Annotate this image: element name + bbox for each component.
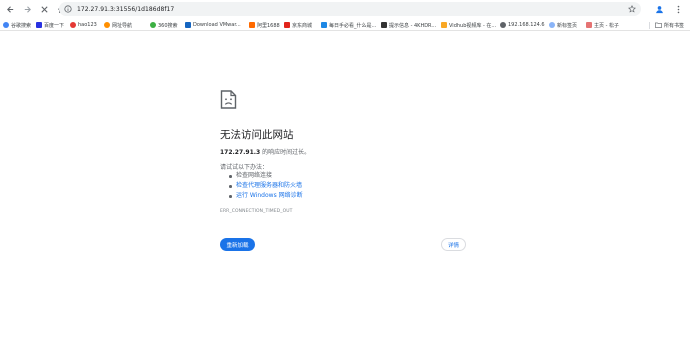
bookmark-label: 谷歌搜索 — [11, 22, 32, 29]
close-icon — [40, 6, 48, 13]
favicon-icon — [284, 22, 290, 28]
kebab-menu-icon — [677, 5, 679, 13]
details-button[interactable]: 详情 — [441, 238, 466, 251]
folder-icon — [655, 22, 662, 28]
page-title: 无法访问此网站 — [220, 129, 294, 141]
back-button[interactable] — [3, 3, 17, 17]
forward-arrow-icon — [24, 6, 31, 13]
back-arrow-icon — [6, 6, 13, 13]
all-bookmarks-label: 所有书签 — [664, 22, 685, 29]
suggestions-heading: 请试试以下办法： — [220, 164, 269, 171]
bookmarks-divider — [649, 22, 650, 29]
bookmark-item[interactable]: 360搜索 — [150, 20, 178, 30]
favicon-icon — [381, 22, 387, 28]
bookmarks-bar: 谷歌搜索 百度一下 hao123 网址导航 360搜索 Download VMw… — [0, 19, 690, 31]
avatar-icon — [655, 5, 663, 13]
favicon-icon — [185, 22, 191, 28]
favicon-icon — [150, 22, 156, 28]
site-info-icon[interactable] — [64, 5, 72, 13]
bookmark-item[interactable]: Vidhub视频库 - 在... — [441, 20, 496, 30]
bookmark-item[interactable]: 主页 - 松子 — [586, 20, 619, 30]
address-bar[interactable]: 172.27.91.3:31556/1d186d8f17 — [59, 2, 641, 16]
bookmark-item[interactable]: Download VMwar... — [185, 20, 241, 30]
favicon-icon — [36, 22, 42, 28]
bookmark-item[interactable]: 谷歌搜索 — [3, 20, 31, 30]
bookmark-item[interactable]: 新标签页 — [549, 20, 577, 30]
bookmark-label: 阿里1688 — [257, 22, 280, 29]
bookmark-label: 每日手必看_什么是... — [329, 22, 377, 29]
bookmark-item[interactable]: 每日手必看_什么是... — [321, 20, 376, 30]
favicon-icon — [441, 22, 447, 28]
bookmark-label: 360搜索 — [158, 22, 178, 29]
bookmark-item[interactable]: 阿里1688 — [249, 20, 280, 30]
subtitle-text: 的响应时间过长。 — [260, 149, 311, 156]
sad-page-icon — [220, 90, 237, 109]
bookmark-label: 网址导航 — [112, 22, 133, 29]
bookmark-label: Download VMwar... — [193, 22, 241, 28]
favicon-icon — [500, 22, 506, 28]
suggestion-check-network: 检查网络连接 — [229, 171, 303, 181]
error-subtitle: 172.27.91.3 的响应时间过长。 — [220, 147, 310, 156]
profile-button[interactable] — [652, 2, 666, 16]
bookmark-label: hao123 — [78, 22, 97, 28]
favicon-icon — [3, 22, 9, 28]
menu-button[interactable] — [671, 2, 685, 16]
favicon-icon — [549, 22, 555, 28]
bookmark-label: 京东商城 — [292, 22, 313, 29]
bookmark-label: Vidhub视频库 - 在... — [449, 22, 497, 29]
favicon-icon — [321, 22, 327, 28]
browser-toolbar: 172.27.91.3:31556/1d186d8f17 — [0, 0, 690, 19]
bookmark-item[interactable]: 网址导航 — [104, 20, 132, 30]
bookmark-label: 百度一下 — [44, 22, 65, 29]
bookmark-label: 新标签页 — [557, 22, 578, 29]
bookmark-item[interactable]: 百度一下 — [36, 20, 64, 30]
suggestions-list: 检查网络连接 检查代理服务器和防火墙 运行 Windows 网络诊断 — [229, 171, 303, 201]
all-bookmarks-button[interactable]: 所有书签 — [655, 20, 684, 30]
stop-button[interactable] — [37, 3, 51, 17]
bookmark-label: 主页 - 松子 — [594, 22, 619, 29]
suggestion-check-proxy-link[interactable]: 检查代理服务器和防火墙 — [229, 181, 303, 191]
error-code: ERR_CONNECTION_TIMED_OUT — [220, 209, 293, 214]
bookmark-item[interactable]: 提示信息 - 4KHDR... — [381, 20, 436, 30]
favicon-icon — [70, 22, 76, 28]
bookmark-item[interactable]: hao123 — [70, 20, 97, 30]
bookmark-item[interactable]: 京东商城 — [284, 20, 312, 30]
favicon-icon — [104, 22, 110, 28]
forward-button[interactable] — [20, 3, 34, 17]
suggestion-network-diagnostics-link[interactable]: 运行 Windows 网络诊断 — [229, 191, 303, 201]
reload-button[interactable]: 重新加载 — [220, 238, 255, 251]
bookmark-label: 提示信息 - 4KHDR... — [389, 22, 437, 29]
bookmark-star-icon[interactable] — [628, 5, 636, 13]
favicon-icon — [586, 22, 592, 28]
bookmark-item[interactable]: 192.168.124.6 — [500, 20, 545, 30]
favicon-icon — [249, 22, 255, 28]
url-text[interactable]: 172.27.91.3:31556/1d186d8f17 — [77, 6, 174, 13]
bookmark-label: 192.168.124.6 — [508, 22, 545, 28]
toolbar-right-actions — [652, 2, 690, 16]
host-name: 172.27.91.3 — [220, 149, 261, 156]
